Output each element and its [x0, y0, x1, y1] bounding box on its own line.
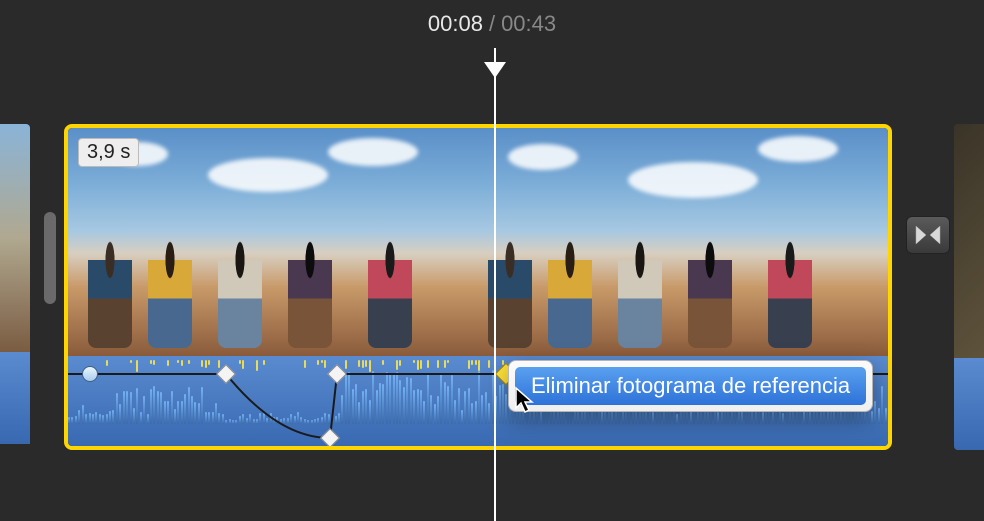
playhead[interactable] — [494, 48, 496, 521]
audio-fade-in-handle[interactable] — [82, 366, 98, 382]
vertical-scrollbar[interactable] — [44, 138, 56, 432]
menu-item-delete-keyframe[interactable]: Eliminar fotograma de referencia — [515, 367, 866, 405]
adjacent-clip-right[interactable] — [954, 124, 984, 450]
clip-thumbnails — [68, 128, 888, 356]
timeline[interactable]: 3,9 s — [0, 48, 984, 521]
scrollbar-thumb[interactable] — [44, 212, 56, 304]
timecode-display: 00:08 / 00:43 — [0, 0, 984, 48]
thumbnail-frame — [478, 128, 888, 356]
adjacent-clip-left[interactable] — [0, 124, 30, 450]
current-time: 00:08 — [428, 11, 483, 37]
clip-duration-badge: 3,9 s — [78, 138, 139, 167]
cursor-pointer-icon — [514, 386, 536, 414]
time-separator: / — [489, 11, 495, 37]
total-time: 00:43 — [501, 11, 556, 37]
context-menu: Eliminar fotograma de referencia — [508, 360, 873, 412]
transition-icon[interactable] — [906, 216, 950, 254]
